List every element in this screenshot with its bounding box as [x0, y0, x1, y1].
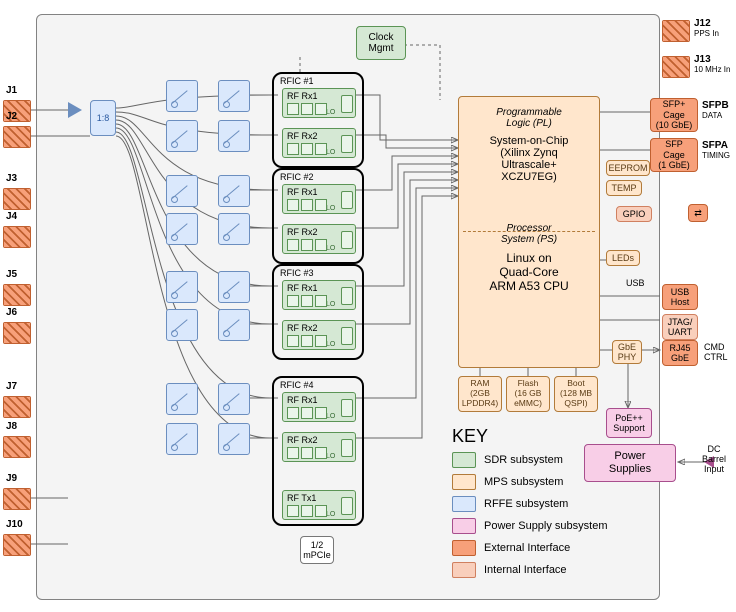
- conn-j10: [3, 534, 31, 556]
- rffe-filter-a-4: [166, 213, 198, 245]
- rffe-filter-b-7: [218, 383, 250, 415]
- conn-j13-label: J1310 MHz In: [694, 54, 736, 74]
- dc-barrel-label: DC Barrel Input: [702, 444, 726, 474]
- conn-j7-label: J7: [6, 381, 17, 392]
- conn-j13: [662, 56, 690, 78]
- sfp-side-2: SFPATIMING: [702, 140, 730, 160]
- legend-row: External Interface: [452, 540, 570, 556]
- rfic-title: RFIC #1: [280, 76, 314, 86]
- clock-mgmt: Clock Mgmt: [356, 26, 406, 60]
- soc-pl-title: Programmable Logic (PL): [459, 107, 599, 129]
- legend-title: KEY: [452, 426, 488, 447]
- rffe-filter-a-7: [166, 383, 198, 415]
- sfp-cage-2: SFPCage(1 GbE): [650, 138, 698, 172]
- rfic-title: RFIC #3: [280, 268, 314, 278]
- rf-channel: RF Rx1 LO: [282, 280, 356, 310]
- rffe-filter-a-8: [166, 423, 198, 455]
- rfic-group-2: RFIC #2 RF Rx1 LO RF Rx2 LO: [272, 168, 364, 264]
- memory-boot: Boot(128 MBQSPI): [554, 376, 598, 412]
- half-mpcie: 1/2 mPCIe: [300, 536, 334, 564]
- rffe-filter-a-6: [166, 309, 198, 341]
- conn-j12-label: J12PPS In: [694, 18, 736, 38]
- usb-host: USB Host: [662, 284, 698, 310]
- legend-row: SDR subsystem: [452, 452, 563, 468]
- conn-j9: [3, 488, 31, 510]
- conn-j7: [3, 396, 31, 418]
- jtag-uart: JTAG/ UART: [662, 314, 698, 340]
- soc-main: System-on-Chip (Xilinx Zynq Ultrascale+ …: [459, 135, 599, 183]
- conn-j10-label: J10: [6, 519, 23, 530]
- memory-ram: RAM(2GBLPDDR4): [458, 376, 502, 412]
- conn-j8-label: J8: [6, 421, 17, 432]
- rf-channel: RF Rx1 LO: [282, 184, 356, 214]
- gpio-ext-icon: ⇄: [688, 204, 708, 222]
- legend-row: Internal Interface: [452, 562, 567, 578]
- leds: LEDs: [606, 250, 640, 266]
- rffe-filter-a-1: [166, 80, 198, 112]
- conn-j1-label: J1: [6, 85, 17, 96]
- legend-row: Power Supply subsystem: [452, 518, 608, 534]
- rfic-group-1: RFIC #1 RF Rx1 LO RF Rx2 LO: [272, 72, 364, 168]
- rffe-filter-b-1: [218, 80, 250, 112]
- rf-channel: RF Rx1 LO: [282, 392, 356, 422]
- conn-j9-label: J9: [6, 473, 17, 484]
- rf-channel: RF Rx2 LO: [282, 320, 356, 350]
- rffe-filter-b-3: [218, 175, 250, 207]
- rj45-gbe: RJ45 GbE: [662, 340, 698, 366]
- rffe-filter-b-2: [218, 120, 250, 152]
- temp-sensor: TEMP: [606, 180, 642, 196]
- splitter-1to8: 1:8: [90, 100, 116, 136]
- conn-j12: [662, 20, 690, 42]
- cmd-ctrl-label: CMD CTRL: [704, 342, 728, 362]
- soc-ps-title: Processor System (PS): [459, 223, 599, 245]
- rf-channel: RF Rx2 LO: [282, 128, 356, 158]
- poe-support: PoE++ Support: [606, 408, 652, 438]
- rfic-title: RFIC #2: [280, 172, 314, 182]
- soc-block: Programmable Logic (PL) System-on-Chip (…: [458, 96, 600, 368]
- rffe-filter-a-5: [166, 271, 198, 303]
- rffe-filter-a-2: [166, 120, 198, 152]
- conn-j3-label: J3: [6, 173, 17, 184]
- conn-j6: [3, 322, 31, 344]
- power-supplies: Power Supplies: [584, 444, 676, 482]
- conn-j6-label: J6: [6, 307, 17, 318]
- conn-j4-label: J4: [6, 211, 17, 222]
- legend-row: MPS subsystem: [452, 474, 563, 490]
- soc-ps-main: Linux on Quad-Core ARM A53 CPU: [459, 251, 599, 293]
- eeprom: EEPROM: [606, 160, 650, 176]
- rf-channel: RF Rx2 LO: [282, 432, 356, 462]
- rfic-group-4: RFIC #4 RF Rx1 LO RF Rx2 LO RF Tx1 LO: [272, 376, 364, 526]
- gpio: GPIO: [616, 206, 652, 222]
- sfp-cage-1: SFP+Cage(10 GbE): [650, 98, 698, 132]
- conn-j4: [3, 226, 31, 248]
- rffe-filter-b-4: [218, 213, 250, 245]
- lna-amp-icon: [68, 102, 82, 118]
- rffe-filter-b-6: [218, 309, 250, 341]
- rf-channel: RF Rx1 LO: [282, 88, 356, 118]
- rf-channel: RF Tx1 LO: [282, 490, 356, 520]
- rfic-title: RFIC #4: [280, 380, 314, 390]
- rffe-filter-b-8: [218, 423, 250, 455]
- conn-j2: [3, 126, 31, 148]
- rffe-filter-b-5: [218, 271, 250, 303]
- gbe-phy: GbE PHY: [612, 340, 642, 364]
- rfic-group-3: RFIC #3 RF Rx1 LO RF Rx2 LO: [272, 264, 364, 360]
- conn-j3: [3, 188, 31, 210]
- rf-channel: RF Rx2 LO: [282, 224, 356, 254]
- conn-j2-label: J2: [6, 111, 17, 122]
- sfp-side-1: SFPBDATA: [702, 100, 729, 120]
- conn-j5-label: J5: [6, 269, 17, 280]
- conn-j8: [3, 436, 31, 458]
- usb-label: USB: [626, 278, 645, 288]
- conn-j5: [3, 284, 31, 306]
- rffe-filter-a-3: [166, 175, 198, 207]
- legend-row: RFFE subsystem: [452, 496, 568, 512]
- memory-flash: Flash(16 GBeMMC): [506, 376, 550, 412]
